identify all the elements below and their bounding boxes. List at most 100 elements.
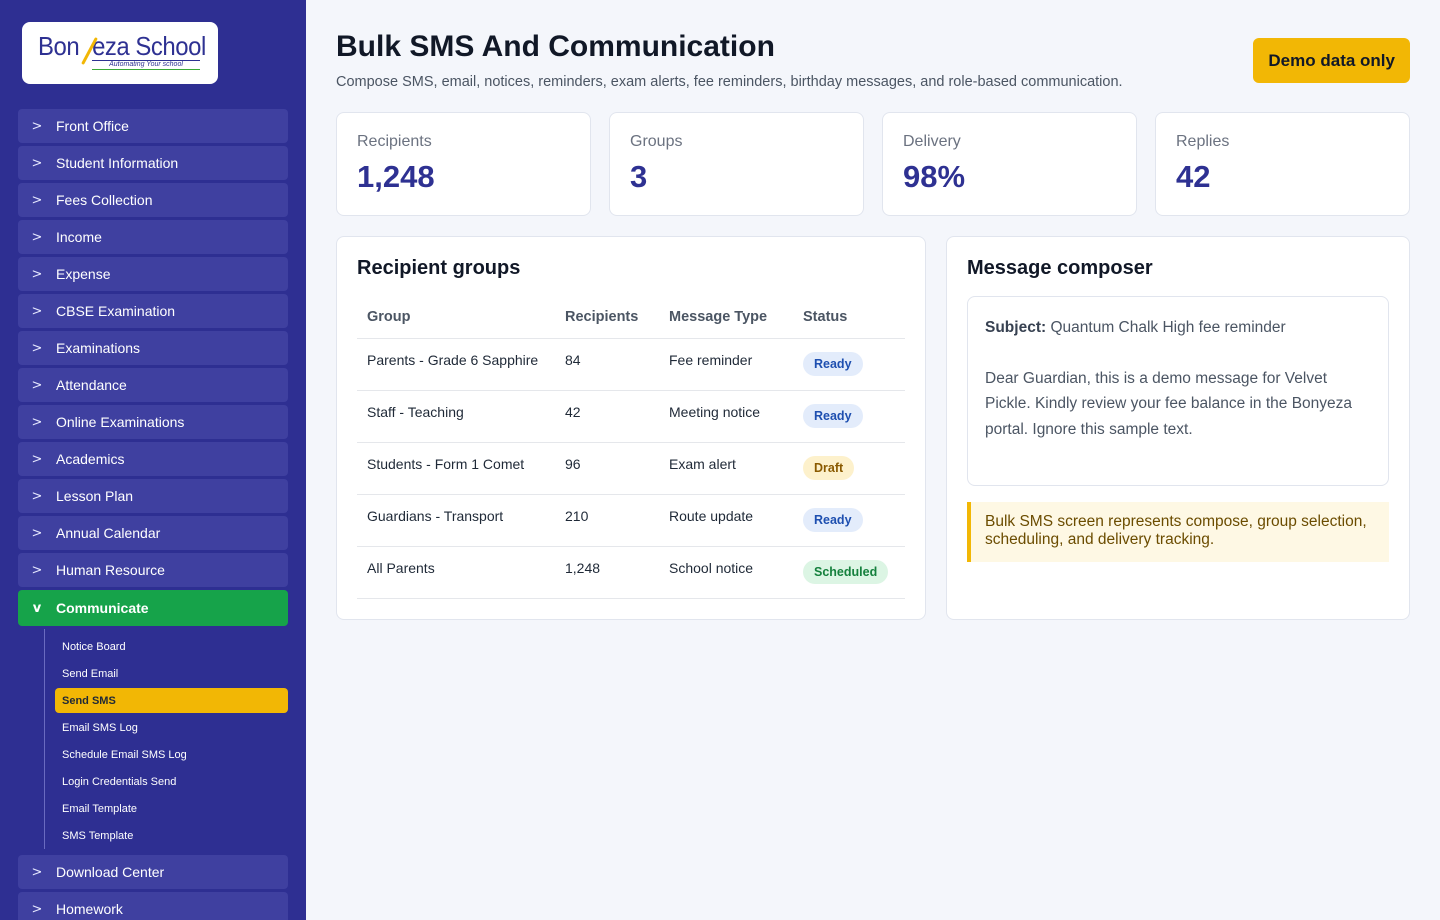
school-logo[interactable]: Bon eza School Automating Your school bbox=[22, 22, 218, 84]
cell-status: Ready bbox=[793, 390, 905, 443]
info-note: Bulk SMS screen represents compose, grou… bbox=[967, 502, 1389, 562]
stat-card-recipients: Recipients 1,248 bbox=[336, 112, 591, 216]
message-body: Dear Guardian, this is a demo message fo… bbox=[985, 369, 1353, 438]
sidebar-item-fees-collection[interactable]: > Fees Collection bbox=[18, 183, 288, 217]
table-row[interactable]: Parents - Grade 6 Sapphire 84 Fee remind… bbox=[357, 338, 905, 391]
submenu-item-send-sms[interactable]: Send SMS bbox=[55, 688, 288, 713]
stat-card-replies: Replies 42 bbox=[1155, 112, 1410, 216]
subject-line: Subject: Quantum Chalk High fee reminder bbox=[985, 315, 1371, 341]
submenu-item-schedule-email-sms-log[interactable]: Schedule Email SMS Log bbox=[45, 741, 288, 768]
table-row[interactable]: Students - Form 1 Comet 96 Exam alert Dr… bbox=[357, 442, 905, 495]
stat-value: 98% bbox=[903, 159, 966, 194]
cell-status: Ready bbox=[793, 494, 905, 547]
column-header-recipients[interactable]: Recipients bbox=[555, 296, 659, 339]
chevron-right-icon: > bbox=[31, 377, 43, 393]
sidebar-item-human-resource[interactable]: > Human Resource bbox=[18, 553, 288, 587]
submenu-item-sms-template[interactable]: SMS Template bbox=[45, 822, 288, 849]
sidebar-item-student-information[interactable]: > Student Information bbox=[18, 146, 288, 180]
sidebar-item-label: Lesson Plan bbox=[56, 488, 134, 504]
cell-status: Scheduled bbox=[793, 546, 905, 599]
sidebar-item-attendance[interactable]: > Attendance bbox=[18, 368, 288, 402]
sidebar-item-label: Attendance bbox=[56, 377, 127, 393]
status-badge: Ready bbox=[803, 351, 863, 376]
sidebar-item-lesson-plan[interactable]: > Lesson Plan bbox=[18, 479, 288, 513]
sidebar-item-label: CBSE Examination bbox=[56, 303, 176, 319]
status-badge: Ready bbox=[803, 507, 863, 532]
sidebar-item-examinations[interactable]: > Examinations bbox=[18, 331, 288, 365]
sidebar-item-cbse-examination[interactable]: > CBSE Examination bbox=[18, 294, 288, 328]
cell-message-type: School notice bbox=[659, 546, 793, 599]
submenu-item-email-sms-log[interactable]: Email SMS Log bbox=[45, 714, 288, 741]
recipient-groups-card: Recipient groups Group Recipients Messag… bbox=[336, 236, 926, 620]
cell-message-type: Exam alert bbox=[659, 442, 793, 495]
stats-row: Recipients 1,248 Groups 3 Delivery 98% R… bbox=[336, 112, 1410, 216]
sidebar-item-label: Front Office bbox=[56, 118, 129, 134]
sidebar-item-communicate[interactable]: v Communicate bbox=[18, 590, 288, 626]
column-header-status[interactable]: Status bbox=[793, 296, 905, 339]
demo-data-button[interactable]: Demo data only bbox=[1253, 38, 1410, 83]
cell-recipients: 96 bbox=[555, 442, 659, 495]
status-badge: Scheduled bbox=[803, 559, 889, 584]
table-row[interactable]: Staff - Teaching 42 Meeting notice Ready bbox=[357, 390, 905, 443]
cell-status: Draft bbox=[793, 442, 905, 495]
sidebar-item-label: Annual Calendar bbox=[56, 525, 161, 541]
stat-card-delivery: Delivery 98% bbox=[882, 112, 1137, 216]
chevron-right-icon: > bbox=[31, 266, 43, 282]
chevron-right-icon: > bbox=[31, 562, 43, 578]
sidebar-item-homework[interactable]: > Homework bbox=[18, 892, 288, 920]
sidebar-item-download-center[interactable]: > Download Center bbox=[18, 855, 288, 889]
chevron-right-icon: > bbox=[31, 340, 43, 356]
cell-group: Staff - Teaching bbox=[357, 390, 555, 443]
subject-value: Quantum Chalk High fee reminder bbox=[1050, 319, 1286, 336]
stat-label: Replies bbox=[1176, 133, 1230, 150]
submenu-item-email-template[interactable]: Email Template bbox=[45, 795, 288, 822]
stat-label: Groups bbox=[630, 133, 683, 150]
sidebar-item-income[interactable]: > Income bbox=[18, 220, 288, 254]
card-title: Message composer bbox=[967, 257, 1153, 279]
chevron-right-icon: > bbox=[31, 488, 43, 504]
sidebar-item-label: Homework bbox=[56, 901, 123, 917]
chevron-right-icon: > bbox=[31, 155, 43, 171]
chevron-right-icon: > bbox=[31, 451, 43, 467]
communicate-submenu: Notice Board Send Email Send SMS Email S… bbox=[44, 629, 288, 849]
logo-tagline: Automating Your school bbox=[92, 60, 200, 70]
cell-message-type: Fee reminder bbox=[659, 338, 793, 391]
page-title: Bulk SMS And Communication bbox=[336, 30, 775, 63]
column-header-group[interactable]: Group bbox=[357, 296, 555, 339]
submenu-item-notice-board[interactable]: Notice Board bbox=[45, 633, 288, 660]
cell-group: Parents - Grade 6 Sapphire bbox=[357, 338, 555, 391]
sidebar-item-label: Income bbox=[56, 229, 102, 245]
chevron-right-icon: > bbox=[31, 901, 43, 917]
chevron-right-icon: > bbox=[31, 414, 43, 430]
cell-recipients: 210 bbox=[555, 494, 659, 547]
sidebar-item-label: Fees Collection bbox=[56, 192, 153, 208]
table-row[interactable]: All Parents 1,248 School notice Schedule… bbox=[357, 546, 905, 599]
stat-label: Delivery bbox=[903, 133, 961, 150]
message-preview-box[interactable]: Subject: Quantum Chalk High fee reminder… bbox=[967, 296, 1389, 486]
stat-card-groups: Groups 3 bbox=[609, 112, 864, 216]
table-header-row: Group Recipients Message Type Status bbox=[357, 296, 905, 339]
column-header-message-type[interactable]: Message Type bbox=[659, 296, 793, 339]
chevron-right-icon: > bbox=[31, 864, 43, 880]
subject-label: Subject: bbox=[985, 319, 1047, 336]
sidebar-item-academics[interactable]: > Academics bbox=[18, 442, 288, 476]
stat-label: Recipients bbox=[357, 133, 432, 150]
submenu-item-login-credentials-send[interactable]: Login Credentials Send bbox=[45, 768, 288, 795]
sidebar-item-front-office[interactable]: > Front Office bbox=[18, 109, 288, 143]
cell-message-type: Meeting notice bbox=[659, 390, 793, 443]
sidebar-item-annual-calendar[interactable]: > Annual Calendar bbox=[18, 516, 288, 550]
chevron-right-icon: > bbox=[31, 192, 43, 208]
cell-recipients: 84 bbox=[555, 338, 659, 391]
table-row[interactable]: Guardians - Transport 210 Route update R… bbox=[357, 494, 905, 547]
sidebar-item-label: Student Information bbox=[56, 155, 179, 171]
cell-message-type: Route update bbox=[659, 494, 793, 547]
sidebar-item-online-examinations[interactable]: > Online Examinations bbox=[18, 405, 288, 439]
sidebar-item-expense[interactable]: > Expense bbox=[18, 257, 288, 291]
sidebar-item-label: Download Center bbox=[56, 864, 165, 880]
sidebar-item-label: Communicate bbox=[56, 600, 149, 616]
chevron-right-icon: > bbox=[31, 303, 43, 319]
logo-wordmark: Bon eza School bbox=[38, 31, 206, 61]
submenu-item-send-email[interactable]: Send Email bbox=[45, 660, 288, 687]
chevron-right-icon: > bbox=[31, 525, 43, 541]
cell-recipients: 42 bbox=[555, 390, 659, 443]
